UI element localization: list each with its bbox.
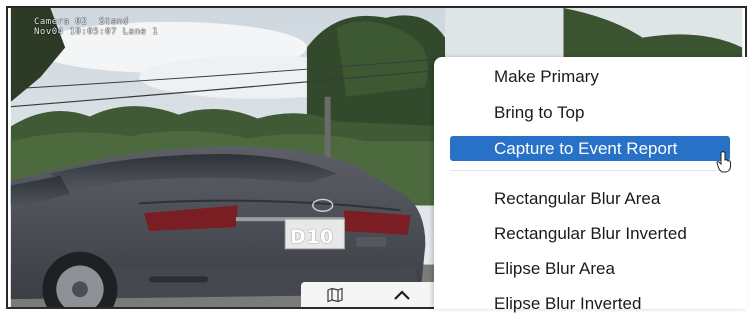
menu-item-label: Elipse Blur Inverted (494, 294, 642, 313)
menu-item-elipse-blur-area[interactable]: Elipse Blur Area (450, 256, 730, 281)
context-menu: Make Primary Bring to Top Capture to Eve… (434, 57, 747, 313)
menu-item-label: Rectangular Blur Area (494, 189, 661, 208)
menu-item-elipse-blur-inverted[interactable]: Elipse Blur Inverted (450, 291, 730, 316)
menu-item-label: Elipse Blur Area (494, 259, 615, 278)
menu-item-label: Capture to Event Report (494, 139, 678, 158)
license-plate-text: D10 (290, 226, 334, 248)
menu-item-label: Make Primary (494, 67, 599, 86)
video-overlay-line1: Camera 02 Stand (34, 17, 129, 27)
menu-item-make-primary[interactable]: Make Primary (450, 64, 730, 89)
menu-item-label: Bring to Top (494, 103, 585, 122)
map-icon (326, 287, 343, 302)
menu-item-bring-to-top[interactable]: Bring to Top (450, 100, 730, 125)
menu-item-label: Rectangular Blur Inverted (494, 224, 687, 243)
view-toolbar (301, 282, 435, 307)
menu-item-capture-to-event-report[interactable]: Capture to Event Report (450, 136, 730, 161)
map-button[interactable] (301, 282, 368, 307)
menu-item-rectangular-blur-area[interactable]: Rectangular Blur Area (450, 186, 730, 211)
chevron-up-icon (393, 289, 410, 300)
expand-button[interactable] (368, 282, 435, 307)
mouse-cursor-icon (716, 151, 731, 173)
video-overlay-line2: Nov04 10:05:07 Lane 1 (34, 27, 159, 37)
menu-separator (450, 170, 730, 171)
menu-item-rectangular-blur-inverted[interactable]: Rectangular Blur Inverted (450, 221, 730, 246)
